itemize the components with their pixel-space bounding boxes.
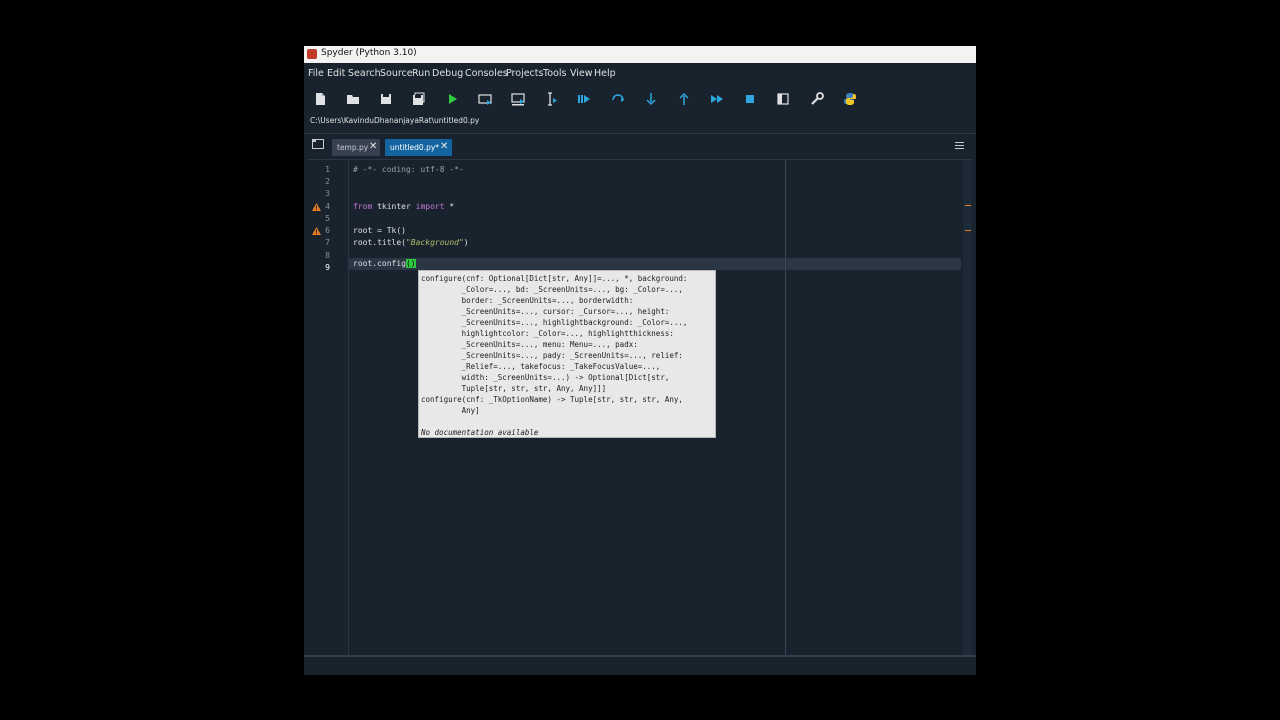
status-bar (304, 655, 976, 675)
keyword: import (415, 202, 445, 211)
menu-bar: File Edit Search Source Run Debug Consol… (304, 63, 976, 83)
warning-marker (965, 205, 971, 206)
menu-run[interactable]: Run (412, 68, 430, 79)
file-path-label: C:\Users\KavinduDhananjayaRat\untitled0.… (310, 116, 480, 125)
editor-scrollbar[interactable] (963, 160, 972, 655)
editor-pane: temp.py ✕ untitled0.py* ✕ 1 2 3 4 5 6 7 … (304, 133, 976, 655)
code-line-9: root.config() (353, 258, 416, 270)
line-number: 5 (325, 214, 330, 223)
menu-help[interactable]: Help (594, 68, 616, 79)
python-path-icon[interactable] (840, 89, 860, 109)
keyword: from (353, 202, 373, 211)
menu-consoles[interactable]: Consoles (465, 68, 508, 79)
run-icon[interactable] (442, 89, 462, 109)
tab-untitled0-py[interactable]: untitled0.py* ✕ (385, 139, 452, 156)
code-text: root.config (353, 259, 406, 268)
working-directory-bar: C:\Users\KavinduDhananjayaRat\untitled0.… (304, 115, 976, 129)
menu-search[interactable]: Search (348, 68, 381, 79)
calltip-signature: configure(cnf: Optional[Dict[str, Any]]=… (421, 274, 688, 415)
warning-icon[interactable] (312, 203, 321, 211)
debug-icon[interactable] (574, 89, 594, 109)
warning-marker (965, 230, 971, 231)
menu-file[interactable]: File (308, 68, 324, 79)
tab-temp-py[interactable]: temp.py ✕ (332, 139, 380, 156)
maximize-pane-icon[interactable] (773, 89, 793, 109)
line-number: 8 (325, 251, 330, 260)
code-line-6: root = Tk() (353, 225, 406, 237)
current-line-highlight (349, 258, 961, 270)
calltip-no-doc: No documentation available (421, 428, 539, 437)
run-selection-icon[interactable] (541, 89, 561, 109)
menu-source[interactable]: Source (380, 68, 413, 79)
menu-edit[interactable]: Edit (327, 68, 345, 79)
open-file-icon[interactable] (343, 89, 363, 109)
current-line-number: 9 (325, 263, 330, 272)
close-icon[interactable]: ✕ (440, 141, 448, 152)
save-all-icon[interactable] (409, 89, 429, 109)
code-text: root = Tk() (353, 226, 406, 235)
line-number-gutter: 1 2 3 4 5 6 7 8 9 (308, 160, 344, 655)
matched-brackets: () (405, 259, 416, 268)
run-cell-advance-icon[interactable] (508, 89, 528, 109)
close-icon[interactable]: ✕ (369, 141, 377, 152)
code-text: root.title( (353, 238, 406, 247)
import-target: * (444, 202, 455, 211)
options-menu-icon[interactable] (955, 142, 964, 149)
code-editor[interactable]: 1 2 3 4 5 6 7 8 9 # -*- coding: utf-8 -*… (308, 159, 972, 655)
menu-projects[interactable]: Projects (506, 68, 543, 79)
warning-icon[interactable] (312, 227, 321, 235)
debug-stop-icon[interactable] (740, 89, 760, 109)
menu-view[interactable]: View (570, 68, 593, 79)
browse-tabs-icon[interactable] (312, 139, 324, 149)
comment: # -*- coding: utf-8 -*- (353, 165, 464, 174)
preferences-icon[interactable] (807, 89, 827, 109)
new-file-icon[interactable] (310, 89, 330, 109)
code-line-4: from tkinter import * (353, 201, 454, 213)
spyder-window: Spyder (Python 3.10) File Edit Search So… (304, 46, 976, 675)
save-icon[interactable] (376, 89, 396, 109)
menu-debug[interactable]: Debug (432, 68, 463, 79)
gutter-separator (348, 160, 349, 655)
main-toolbar (304, 83, 976, 115)
run-cell-icon[interactable] (475, 89, 495, 109)
line-number: 1 (325, 165, 330, 174)
calltip-popup: configure(cnf: Optional[Dict[str, Any]]=… (418, 270, 716, 438)
debug-step-over-icon[interactable] (608, 89, 628, 109)
window-title: Spyder (Python 3.10) (321, 48, 417, 58)
code-text: ) (463, 238, 469, 247)
menu-tools[interactable]: Tools (543, 68, 566, 79)
code-line-1: # -*- coding: utf-8 -*- (353, 164, 464, 176)
debug-step-return-icon[interactable] (674, 89, 694, 109)
line-number: 3 (325, 189, 330, 198)
line-number: 7 (325, 238, 330, 247)
string-literal: "Background" (405, 238, 464, 247)
tab-label: untitled0.py* (390, 143, 440, 152)
code-line-7: root.title("Background") (353, 237, 469, 249)
line-number: 2 (325, 177, 330, 186)
debug-continue-icon[interactable] (707, 89, 727, 109)
debug-step-into-icon[interactable] (641, 89, 661, 109)
spyder-app-icon (307, 49, 317, 59)
title-bar: Spyder (Python 3.10) (304, 46, 976, 63)
edge-line (785, 160, 786, 655)
tab-label: temp.py (337, 143, 369, 152)
module-name: tkinter (372, 202, 416, 211)
